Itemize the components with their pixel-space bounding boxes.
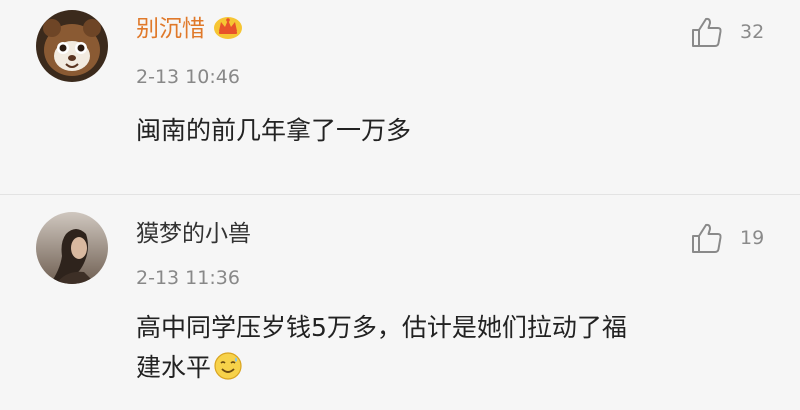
- comment-text-line-wrap: 建水平: [136, 348, 766, 388]
- comment-text-line: 高中同学压岁钱5万多，估计是她们拉动了福: [136, 313, 627, 342]
- comment-text-line: 建水平: [136, 353, 212, 382]
- comment-text: 高中同学压岁钱5万多，估计是她们拉动了福 建水平: [136, 308, 766, 388]
- avatar[interactable]: [36, 10, 108, 82]
- comment-timestamp: 2-13 10:46: [136, 66, 240, 88]
- username[interactable]: 獏梦的小兽: [136, 219, 251, 249]
- comment-text: 闽南的前几年拿了一万多: [136, 116, 412, 145]
- comment-divider: [0, 194, 800, 195]
- avatar[interactable]: [36, 212, 108, 284]
- username-text[interactable]: 别沉惜: [136, 16, 205, 42]
- crown-vip-icon: [213, 14, 243, 40]
- thumbs-up-icon[interactable]: [690, 15, 724, 49]
- comment-timestamp: 2-13 11:36: [136, 267, 240, 289]
- sweat-smile-emoji-icon: [213, 351, 243, 381]
- like-count: 32: [740, 21, 765, 43]
- username[interactable]: 别沉惜: [136, 14, 243, 44]
- comment-item: 獏梦的小兽 2-13 11:36 高中同学压岁钱5万多，估计是她们拉动了福 建水…: [0, 200, 800, 410]
- thumbs-up-icon[interactable]: [690, 221, 724, 255]
- like-button[interactable]: 32: [690, 14, 790, 50]
- comment-item: 别沉惜 2-13 10:46 闽南的前几年拿了一万多 32: [0, 0, 800, 190]
- like-button[interactable]: 19: [690, 220, 790, 256]
- username-text[interactable]: 獏梦的小兽: [136, 221, 251, 247]
- like-count: 19: [740, 227, 765, 249]
